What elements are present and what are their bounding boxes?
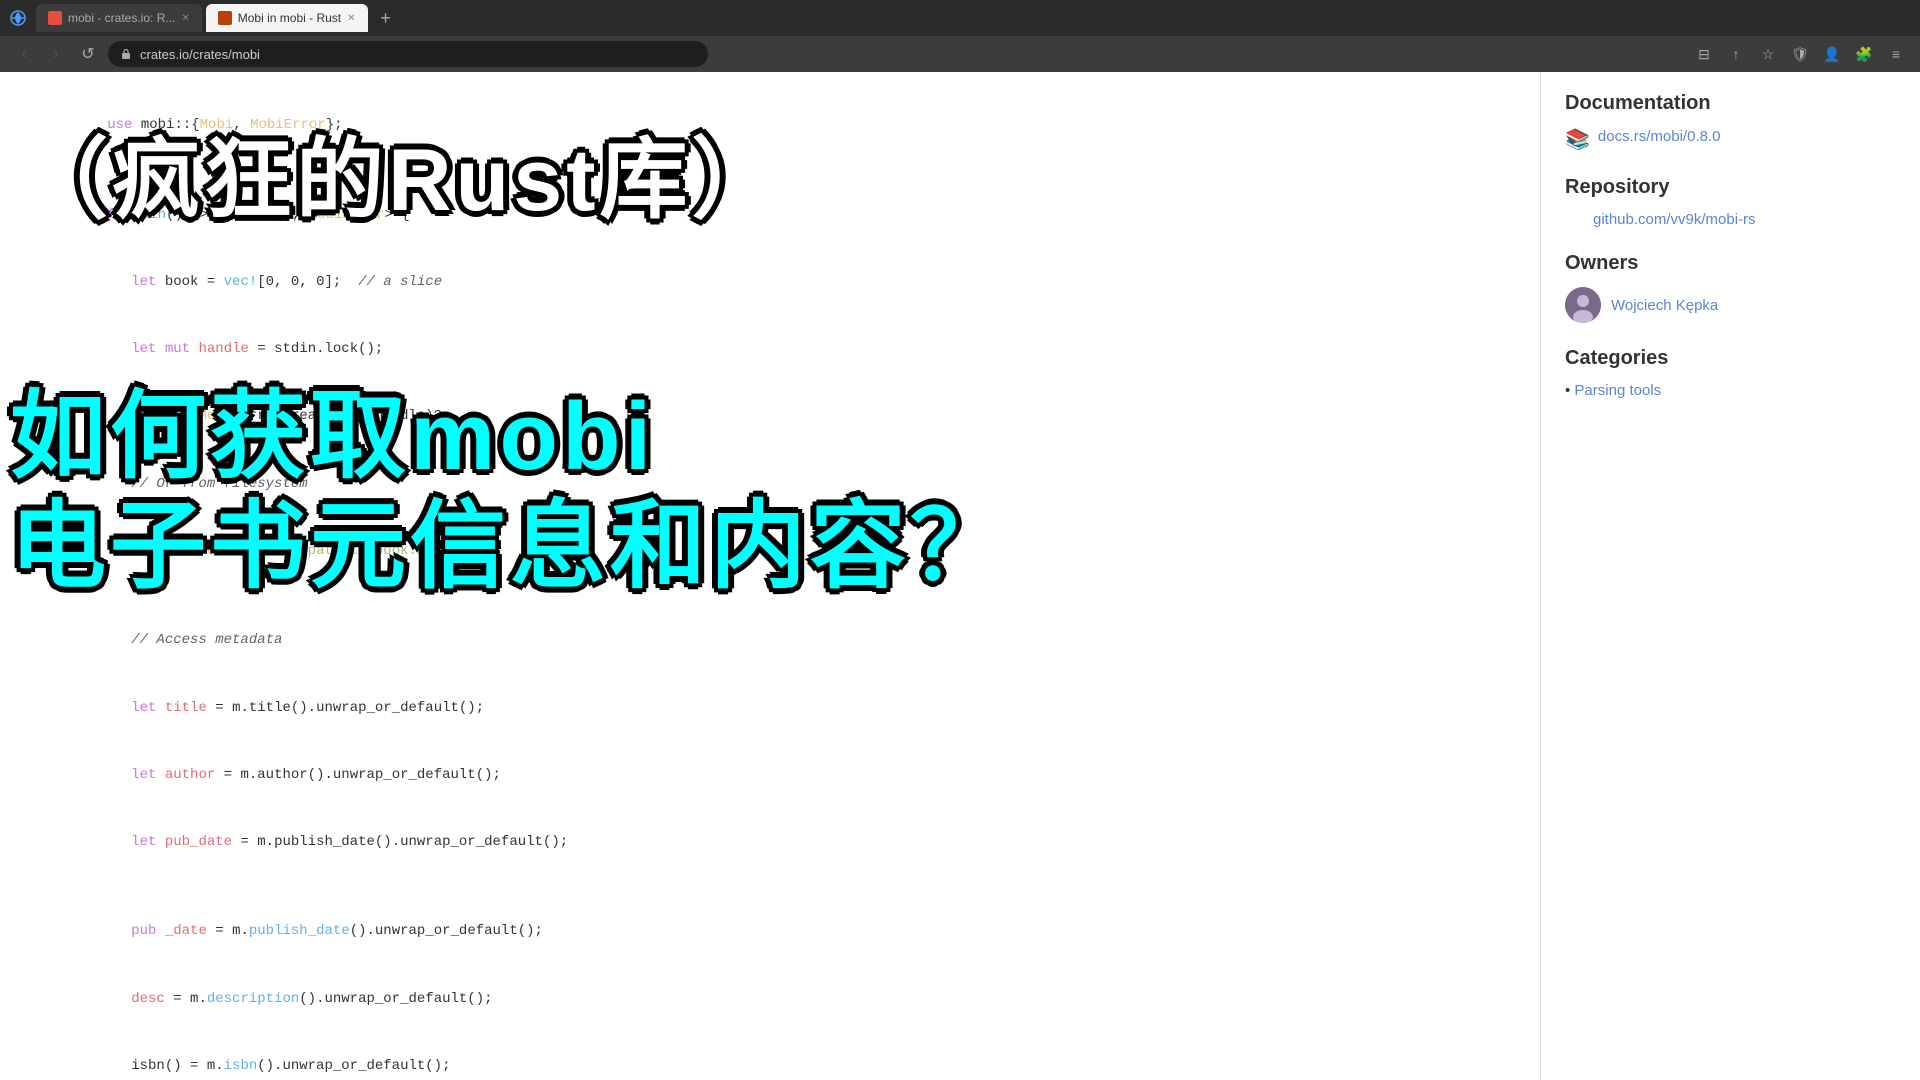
code-line-6: let m = Mobi::open("/path/to/book.mobi")… <box>40 517 1500 584</box>
code-line-comment2: // Access metadata <box>40 607 1500 674</box>
refresh-button[interactable]: ↺ <box>76 42 100 66</box>
code-line-desc: desc = m.description().unwrap_or_default… <box>40 965 1500 1032</box>
code-block: use mobi::{Mobi, MobiError}; fn main() -… <box>40 92 1500 1080</box>
owner-avatar <box>1565 287 1601 323</box>
page-content: use mobi::{Mobi, MobiError}; fn main() -… <box>0 72 1920 1080</box>
lock-icon <box>120 48 132 60</box>
owners-title: Owners <box>1565 252 1896 275</box>
tab-label-crates: mobi - crates.io: R... <box>68 11 175 25</box>
tab-add-button[interactable]: + <box>372 4 400 32</box>
tab-bar: mobi - crates.io: R... ✕ Mobi in mobi - … <box>0 0 1920 36</box>
code-line-blank2 <box>40 876 1500 898</box>
code-line-comment1: // Or from filesystem <box>40 450 1500 517</box>
browser-chrome: mobi - crates.io: R... ✕ Mobi in mobi - … <box>0 0 1920 72</box>
cast-button[interactable]: ⊟ <box>1692 42 1716 66</box>
owner-name[interactable]: Wojciech Kępka <box>1611 297 1718 314</box>
repository-title: Repository <box>1565 176 1896 199</box>
code-line-4: let book = vec![0, 0, 0]; // a slice <box>40 249 1500 316</box>
code-line-7: let title = m.title().unwrap_or_default(… <box>40 674 1500 741</box>
menu-button[interactable]: ≡ <box>1884 42 1908 66</box>
sidebar: Documentation 📚 docs.rs/mobi/0.8.0 Repos… <box>1540 72 1920 1080</box>
owner-row: Wojciech Kępka <box>1565 287 1896 323</box>
share-button[interactable]: ↑ <box>1724 42 1748 66</box>
docs-link[interactable]: docs.rs/mobi/0.8.0 <box>1598 128 1721 145</box>
repo-link[interactable]: github.com/vv9k/mobi-rs <box>1565 211 1896 228</box>
profile-button[interactable]: 👤 <box>1820 42 1844 66</box>
code-line-3: fn main() -> Result<(), MobiError> { <box>40 182 1500 249</box>
docs-icon: 📚 <box>1565 127 1590 152</box>
bookmark-button[interactable]: ☆ <box>1756 42 1780 66</box>
extensions-button[interactable]: 🧩 <box>1852 42 1876 66</box>
repository-section: Repository github.com/vv9k/mobi-rs <box>1565 176 1896 228</box>
tab-mobi[interactable]: Mobi in mobi - Rust ✕ <box>206 4 368 32</box>
code-line-blank1 <box>40 585 1500 607</box>
tab-favicon-mobi <box>218 11 232 25</box>
category-link-parsing-tools[interactable]: Parsing tools <box>1574 382 1661 399</box>
address-bar[interactable]: crates.io/crates/mobi <box>108 41 708 67</box>
tab-label-mobi: Mobi in mobi - Rust <box>238 11 341 25</box>
tab-crates[interactable]: mobi - crates.io: R... ✕ <box>36 4 202 32</box>
shield-button[interactable]: 🛡 <box>1788 42 1812 66</box>
code-line-handle: let mut handle = stdin.lock(); <box>40 316 1500 383</box>
code-line-isbn: isbn() = m.isbn().unwrap_or_default(); <box>40 1032 1500 1080</box>
back-button[interactable]: ‹ <box>12 42 36 66</box>
main-content[interactable]: use mobi::{Mobi, MobiError}; fn main() -… <box>0 72 1540 1080</box>
browser-icon <box>8 8 28 28</box>
documentation-title: Documentation <box>1565 92 1896 115</box>
nav-actions: ⊟ ↑ ☆ 🛡 👤 🧩 ≡ <box>1692 42 1908 66</box>
tab-close-crates[interactable]: ✕ <box>181 13 189 24</box>
categories-section: Categories Parsing tools <box>1565 347 1896 399</box>
code-line-1: use mobi::{Mobi, MobiError}; <box>40 92 1500 159</box>
documentation-section: Documentation 📚 docs.rs/mobi/0.8.0 <box>1565 92 1896 152</box>
nav-bar: ‹ › ↺ crates.io/crates/mobi ⊟ ↑ ☆ 🛡 👤 🧩 … <box>0 36 1920 72</box>
forward-button[interactable]: › <box>44 42 68 66</box>
code-line-2 <box>40 159 1500 181</box>
code-line-pub: pub _date = m.publish_date().unwrap_or_d… <box>40 898 1500 965</box>
owners-section: Owners Wojciech Kępka <box>1565 252 1896 323</box>
category-item-parsing-tools[interactable]: Parsing tools <box>1565 382 1896 399</box>
tab-close-mobi[interactable]: ✕ <box>347 13 355 24</box>
code-line-9a: let pub_date = m.publish_date().unwrap_o… <box>40 809 1500 876</box>
tab-favicon-crates <box>48 11 62 25</box>
address-text: crates.io/crates/mobi <box>140 47 260 62</box>
code-line-5: let m = Mobi::from_read(&mut handle)?; <box>40 383 1500 450</box>
code-line-8: let author = m.author().unwrap_or_defaul… <box>40 741 1500 808</box>
categories-list: Parsing tools <box>1565 382 1896 399</box>
categories-title: Categories <box>1565 347 1896 370</box>
